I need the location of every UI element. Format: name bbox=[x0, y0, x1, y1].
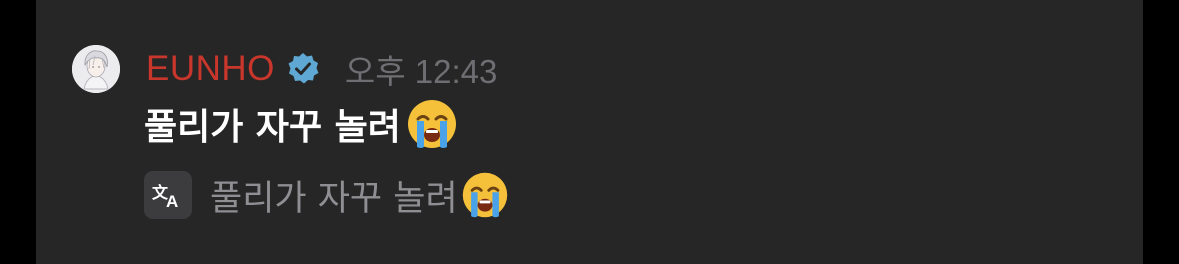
loudly-crying-face-icon bbox=[460, 170, 510, 220]
loudly-crying-face-icon bbox=[405, 97, 459, 151]
message-text: 풀리가 자꾸 놀려 bbox=[144, 107, 401, 148]
translation-text: 풀리가 자꾸 놀려 bbox=[210, 178, 458, 219]
timestamp: 오후 12:43 bbox=[344, 53, 498, 90]
avatar-portrait-icon bbox=[72, 45, 120, 93]
chat-panel: EUNHO 오후 12:43 풀리가 자꾸 놀려 文 A 풀리가 자꾸 놀려 bbox=[36, 0, 1143, 264]
username[interactable]: EUNHO bbox=[146, 49, 275, 89]
svg-text:A: A bbox=[166, 192, 178, 209]
message-body[interactable]: 풀리가 자꾸 놀려 bbox=[144, 96, 459, 152]
message-header: EUNHO 오후 12:43 bbox=[146, 44, 497, 94]
verified-badge-icon bbox=[285, 51, 321, 87]
translation-row: 文 A 풀리가 자꾸 놀려 bbox=[144, 168, 510, 222]
translate-icon[interactable]: 文 A bbox=[144, 171, 192, 219]
avatar[interactable] bbox=[72, 45, 120, 93]
